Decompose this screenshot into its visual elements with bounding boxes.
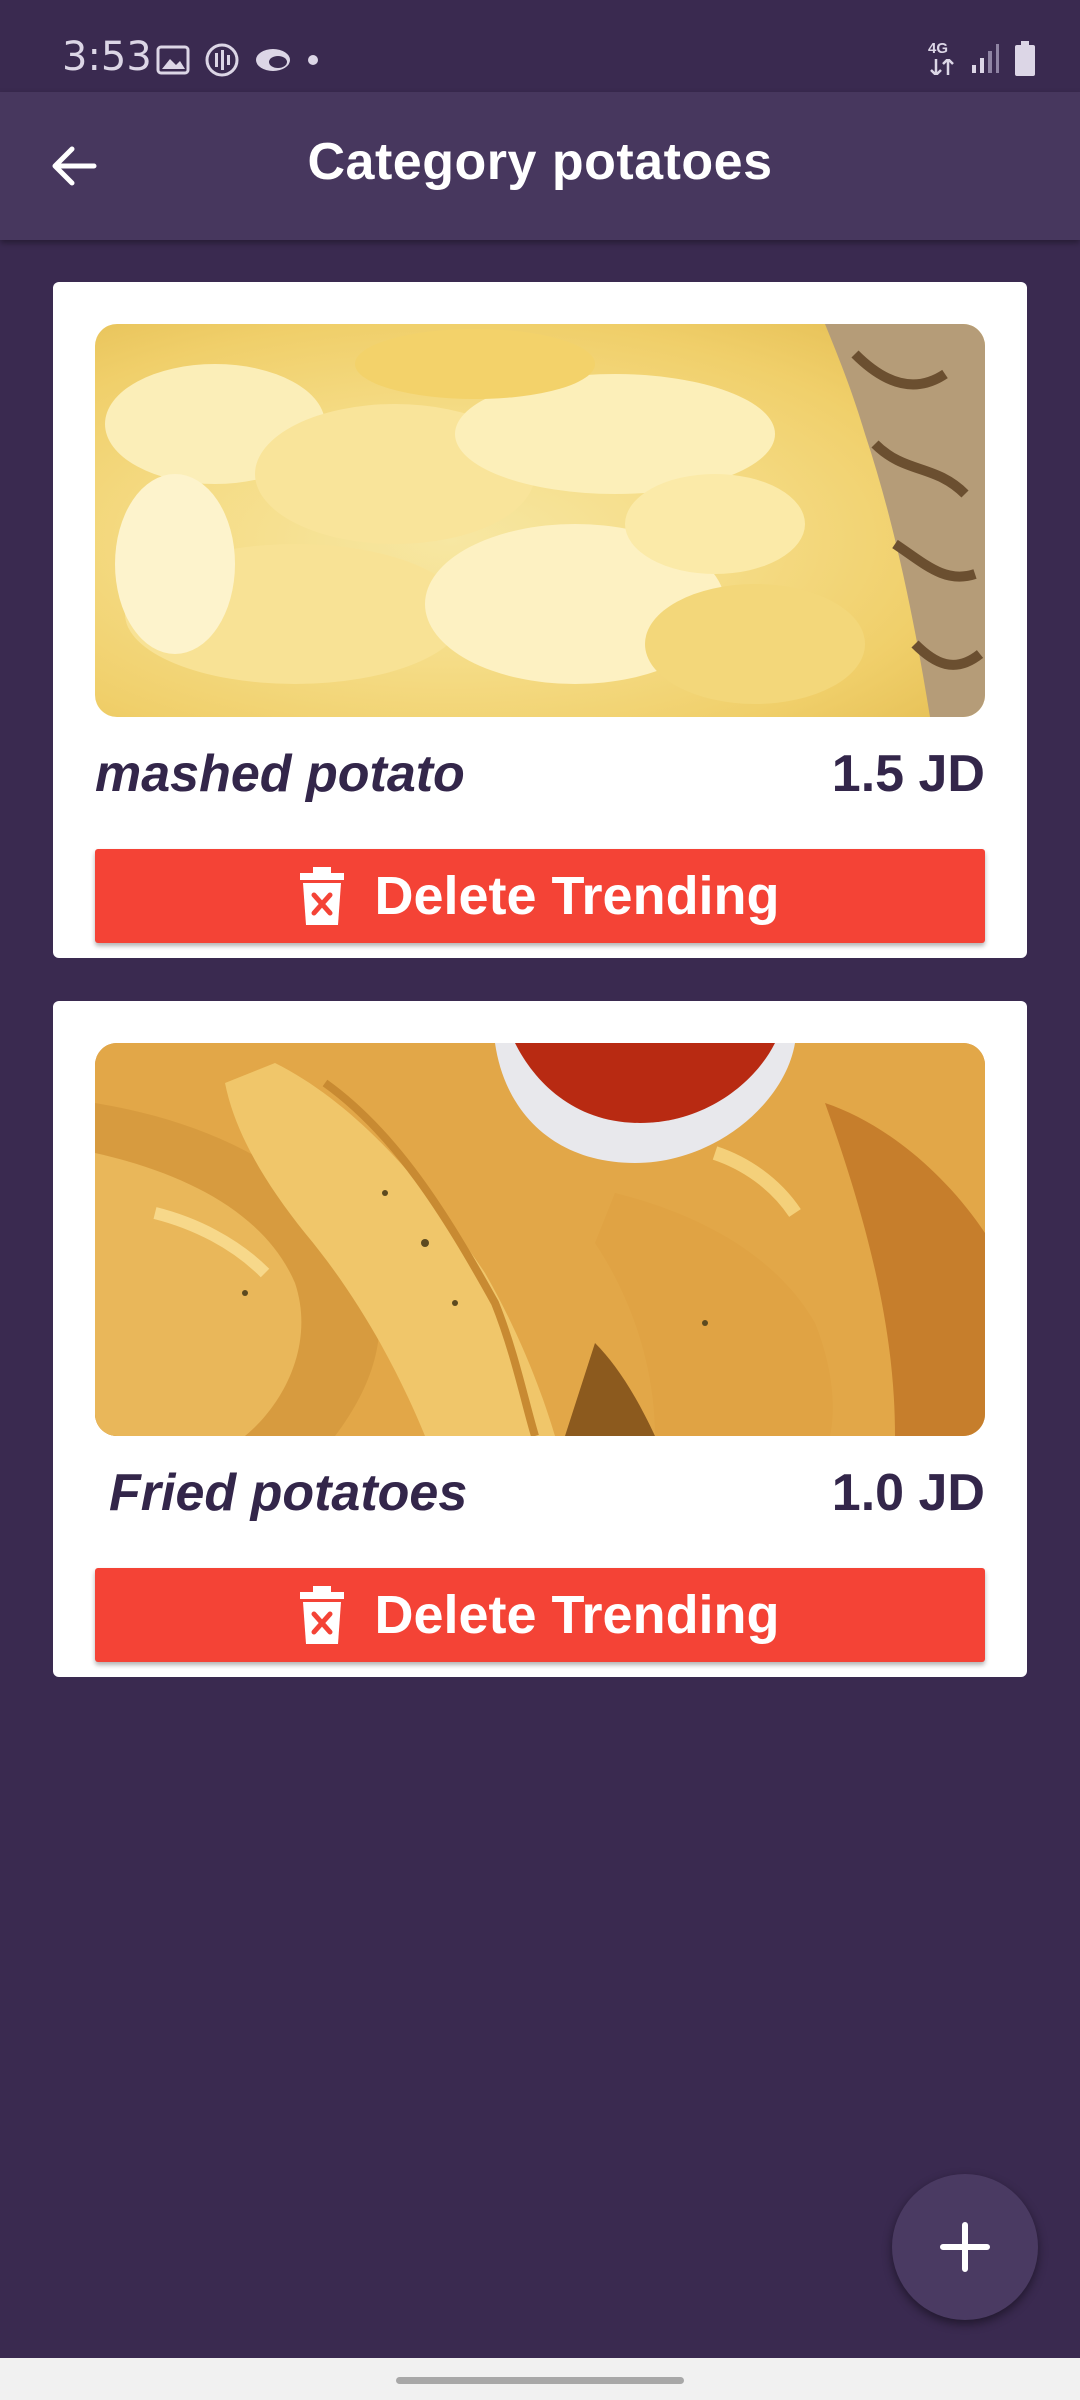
item-price: 1.0 JD — [831, 1464, 985, 1522]
plus-icon — [940, 2222, 990, 2272]
delete-trending-label: Delete Trending — [374, 1585, 780, 1645]
trash-icon — [300, 1586, 345, 1644]
page-title: Category potatoes — [307, 133, 773, 191]
app-bar: Category potatoes — [0, 92, 1080, 240]
dot-icon — [308, 55, 318, 65]
delete-trending-button[interactable]: Delete Trending — [95, 849, 985, 943]
network-4g-icon: 4G — [928, 40, 956, 78]
podcast-icon — [205, 43, 239, 77]
add-item-fab[interactable] — [892, 2174, 1038, 2320]
signal-icon — [972, 44, 999, 73]
delete-trending-label: Delete Trending — [374, 866, 780, 926]
cloud-icon — [256, 49, 290, 71]
navigation-bar — [0, 2358, 1080, 2400]
item-name: Fried potatoes — [109, 1464, 468, 1522]
status-bar: 3:53 4G — [0, 0, 1080, 92]
food-image-mashed-potato — [95, 324, 985, 717]
item-price: 1.5 JD — [831, 745, 985, 803]
food-image-fried-potatoes — [95, 1043, 985, 1436]
battery-icon — [1015, 41, 1035, 76]
network-label: 4G — [928, 40, 949, 57]
status-icons-left — [156, 42, 320, 78]
status-time: 3:53 — [62, 34, 152, 80]
delete-trending-button[interactable]: Delete Trending — [95, 1568, 985, 1662]
item-card: mashed potato 1.5 JD Delete Trending — [53, 282, 1027, 958]
item-card: Fried potatoes 1.0 JD Delete Trending — [53, 1001, 1027, 1677]
gallery-icon — [156, 45, 190, 75]
home-gesture-handle[interactable] — [396, 2377, 684, 2384]
status-icons-right: 4G — [928, 40, 1036, 78]
item-name: mashed potato — [95, 745, 465, 803]
trash-icon — [300, 867, 345, 925]
